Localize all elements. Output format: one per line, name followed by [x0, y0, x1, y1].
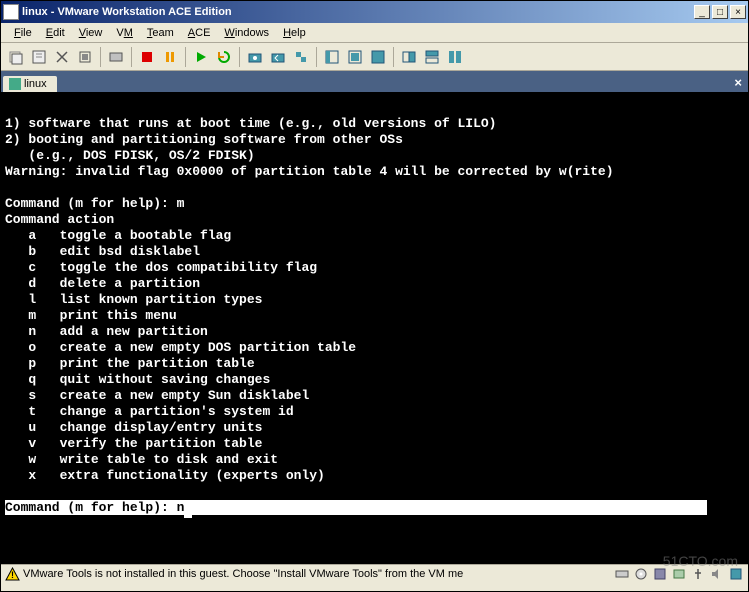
- menu-vm[interactable]: VM: [109, 25, 140, 41]
- term-line: a toggle a bootable flag: [5, 228, 231, 243]
- menu-help[interactable]: Help: [276, 25, 313, 41]
- warning-icon: !: [5, 567, 20, 582]
- term-line: s create a new empty Sun disklabel: [5, 388, 309, 403]
- term-line: Command action: [5, 212, 114, 227]
- menu-team[interactable]: Team: [140, 25, 181, 41]
- snapshot-button[interactable]: [244, 46, 266, 68]
- toolbar: [1, 43, 748, 71]
- toolbar-sep-3: [185, 47, 186, 67]
- menu-windows[interactable]: Windows: [217, 25, 276, 41]
- svg-text:!: !: [11, 570, 14, 580]
- term-line: m print this menu: [5, 308, 177, 323]
- tab-linux[interactable]: linux: [3, 76, 57, 92]
- menu-bar: File Edit View VM Team ACE Windows Help: [1, 23, 748, 43]
- term-line: d delete a partition: [5, 276, 200, 291]
- term-line: v verify the partition table: [5, 436, 262, 451]
- tray-cd-icon[interactable]: [632, 567, 649, 582]
- window-controls: _ □ ×: [694, 5, 746, 19]
- stop-button[interactable]: [136, 46, 158, 68]
- tab-icon: [9, 78, 21, 90]
- menu-view[interactable]: View: [72, 25, 110, 41]
- term-line: c toggle the dos compatibility flag: [5, 260, 317, 275]
- view-btn-1[interactable]: [321, 46, 343, 68]
- term-line: x extra functionality (experts only): [5, 468, 325, 483]
- maximize-button[interactable]: □: [712, 5, 728, 19]
- term-line: t change a partition's system id: [5, 404, 294, 419]
- toolbar-sep-2: [131, 47, 132, 67]
- term-line: (e.g., DOS FDISK, OS/2 FDISK): [5, 148, 255, 163]
- app-icon: [3, 4, 19, 20]
- toolbar-btn-3[interactable]: [51, 46, 73, 68]
- term-line: Command (m for help): m: [5, 196, 184, 211]
- toolbar-btn-4[interactable]: [74, 46, 96, 68]
- watermark: 51CTO.com: [663, 553, 738, 569]
- menu-edit[interactable]: Edit: [39, 25, 72, 41]
- view-btn-4[interactable]: [444, 46, 466, 68]
- minimize-button[interactable]: _: [694, 5, 710, 19]
- toolbar-sep-5: [316, 47, 317, 67]
- manage-snapshot-button[interactable]: [290, 46, 312, 68]
- pause-button[interactable]: [159, 46, 181, 68]
- term-line: Warning: invalid flag 0x0000 of partitio…: [5, 164, 614, 179]
- term-line: 2) booting and partitioning software fro…: [5, 132, 403, 147]
- toolbar-sep-1: [100, 47, 101, 67]
- revert-button[interactable]: [267, 46, 289, 68]
- menu-file[interactable]: File: [7, 25, 39, 41]
- tab-label: linux: [24, 78, 47, 90]
- reset-button[interactable]: [213, 46, 235, 68]
- status-bar: ! VMware Tools is not installed in this …: [1, 564, 748, 583]
- toolbar-sep-6: [393, 47, 394, 67]
- term-line: l list known partition types: [5, 292, 262, 307]
- title-bar: linux - VMware Workstation ACE Edition _…: [1, 1, 748, 23]
- term-prompt: Command (m for help): n: [5, 500, 184, 515]
- unity-button[interactable]: [398, 46, 420, 68]
- close-button[interactable]: ×: [730, 5, 746, 19]
- window-title: linux - VMware Workstation ACE Edition: [22, 6, 694, 18]
- term-line: p print the partition table: [5, 356, 255, 371]
- term-line: n add a new partition: [5, 324, 208, 339]
- fullscreen-button[interactable]: [367, 46, 389, 68]
- play-button[interactable]: [190, 46, 212, 68]
- term-line: b edit bsd disklabel: [5, 244, 200, 259]
- term-line: 1) software that runs at boot time (e.g.…: [5, 116, 496, 131]
- menu-ace[interactable]: ACE: [181, 25, 218, 41]
- terminal[interactable]: 1) software that runs at boot time (e.g.…: [1, 92, 748, 564]
- tab-bar: linux ×: [1, 71, 748, 92]
- toolbar-btn-1[interactable]: [5, 46, 27, 68]
- term-line: w write table to disk and exit: [5, 452, 278, 467]
- term-line: o create a new empty DOS partition table: [5, 340, 356, 355]
- toolbar-btn-2[interactable]: [28, 46, 50, 68]
- toolbar-sep-4: [239, 47, 240, 67]
- term-prompt-fill: [192, 500, 707, 515]
- tray-hdd-icon[interactable]: [613, 567, 630, 582]
- view-btn-3[interactable]: [421, 46, 443, 68]
- tab-close-button[interactable]: ×: [734, 75, 742, 90]
- term-line: u change display/entry units: [5, 420, 262, 435]
- term-line: q quit without saving changes: [5, 372, 270, 387]
- view-btn-2[interactable]: [344, 46, 366, 68]
- status-text: VMware Tools is not installed in this gu…: [23, 568, 613, 580]
- toolbar-btn-5[interactable]: [105, 46, 127, 68]
